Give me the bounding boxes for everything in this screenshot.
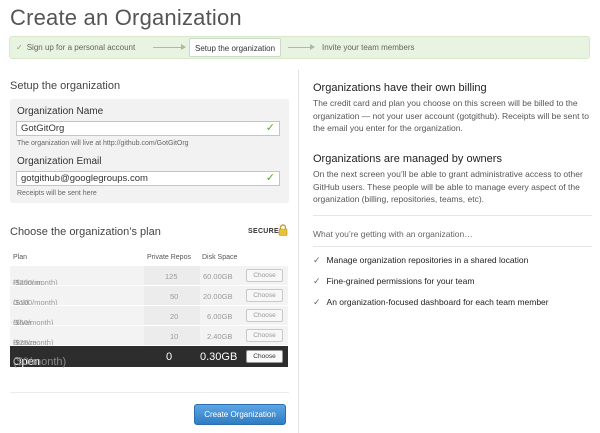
benefit-item: ✓ Manage organization repositories in a s… (313, 255, 529, 265)
org-name-label: Organization Name (17, 106, 104, 117)
plan-disk: 0.30GB (200, 351, 238, 363)
plan-repos: 20 (170, 312, 179, 321)
divider (10, 392, 289, 393)
col-disk: Disk Space (202, 254, 238, 261)
owners-text: On the next screen you’ll be able to gra… (313, 169, 583, 204)
org-form: Organization Name GotGitOrg ✓ The organi… (10, 99, 289, 203)
choose-gold-button[interactable]: Choose (246, 289, 283, 302)
billing-text: The credit card and plan you choose on t… (313, 98, 589, 133)
plan-row-platinum[interactable]: Platinum ($200/month) 125 60.00GB Choose (10, 265, 288, 287)
setup-heading: Setup the organization (10, 80, 121, 92)
secure-label: SECURE (248, 228, 279, 235)
check-icon: ✓ (16, 43, 23, 52)
step-setup: Setup the organization (189, 38, 282, 57)
left-panel: Setup the organization Organization Name… (0, 70, 299, 433)
benefit-item: ✓ An organization-focused dashboard for e… (313, 297, 549, 307)
choose-open-source-button[interactable]: Choose (246, 350, 283, 363)
org-email-label: Organization Email (17, 156, 102, 167)
org-email-note: Receipts will be sent here (17, 190, 97, 197)
plan-row-silver[interactable]: Silver ($50/month) 20 6.00GB Choose (10, 305, 288, 327)
valid-check-icon: ✓ (265, 172, 275, 184)
benefit-item: ✓ Fine-grained permissions for your team (313, 276, 475, 286)
choose-silver-button[interactable]: Choose (246, 309, 283, 322)
page-title: Create an Organization (10, 5, 242, 30)
step-signup-label: Sign up for a personal account (26, 43, 136, 52)
plan-table-header: Plan Private Repos Disk Space (10, 251, 288, 265)
check-icon: ✓ (313, 276, 321, 286)
plan-row-open-source[interactable]: Open Source ($0/month) 0 0.30GB Choose (10, 345, 288, 380)
plan-row-bronze[interactable]: Bronze ($25/month) 10 2.40GB Choose (10, 325, 288, 347)
divider (313, 246, 592, 247)
arrow-icon (288, 44, 315, 50)
plan-repos: 10 (170, 332, 179, 341)
benefits-intro: What you’re getting with an organization… (313, 229, 473, 239)
owners-heading: Organizations are managed by owners (313, 153, 502, 165)
plan-repos: 50 (170, 292, 179, 301)
divider (313, 215, 592, 216)
plan-disk: 20.00GB (203, 292, 233, 301)
check-icon: ✓ (313, 255, 321, 265)
lock-icon (278, 224, 288, 236)
plan-table: Plan Private Repos Disk Space Platinum (… (10, 251, 288, 380)
billing-heading: Organizations have their own billing (313, 82, 487, 94)
arrow-icon (153, 44, 186, 50)
choose-bronze-button[interactable]: Choose (246, 329, 283, 342)
org-name-input[interactable]: GotGitOrg ✓ (16, 121, 280, 136)
step-invite: Invite your team members (322, 43, 415, 52)
choose-platinum-button[interactable]: Choose (246, 269, 283, 282)
step-signup: ✓ Sign up for a personal account (16, 37, 135, 58)
valid-check-icon: ✓ (265, 122, 275, 134)
plan-disk: 60.00GB (203, 272, 233, 281)
create-organization-button[interactable]: Create Organization (194, 404, 286, 425)
check-icon: ✓ (313, 297, 321, 307)
plan-disk: 2.40GB (207, 332, 233, 341)
right-panel: Organizations have their own billing The… (300, 70, 600, 433)
plan-row-gold[interactable]: Gold ($100/month) 50 20.00GB Choose (10, 285, 288, 307)
plan-heading: Choose the organization’s plan (10, 226, 161, 238)
org-name-value: GotGitOrg (21, 123, 65, 134)
org-email-value: gotgithub@googlegroups.com (21, 173, 148, 184)
org-name-note: The organization will live at http://git… (17, 140, 189, 147)
progress-steps: ✓ Sign up for a personal account Setup th… (9, 36, 590, 59)
plan-disk: 6.00GB (207, 312, 233, 321)
col-plan: Plan (13, 254, 28, 261)
org-email-input[interactable]: gotgithub@googlegroups.com ✓ (16, 171, 280, 186)
plan-repos: 125 (165, 272, 178, 281)
plan-repos: 0 (166, 351, 173, 363)
col-repos: Private Repos (147, 254, 191, 261)
